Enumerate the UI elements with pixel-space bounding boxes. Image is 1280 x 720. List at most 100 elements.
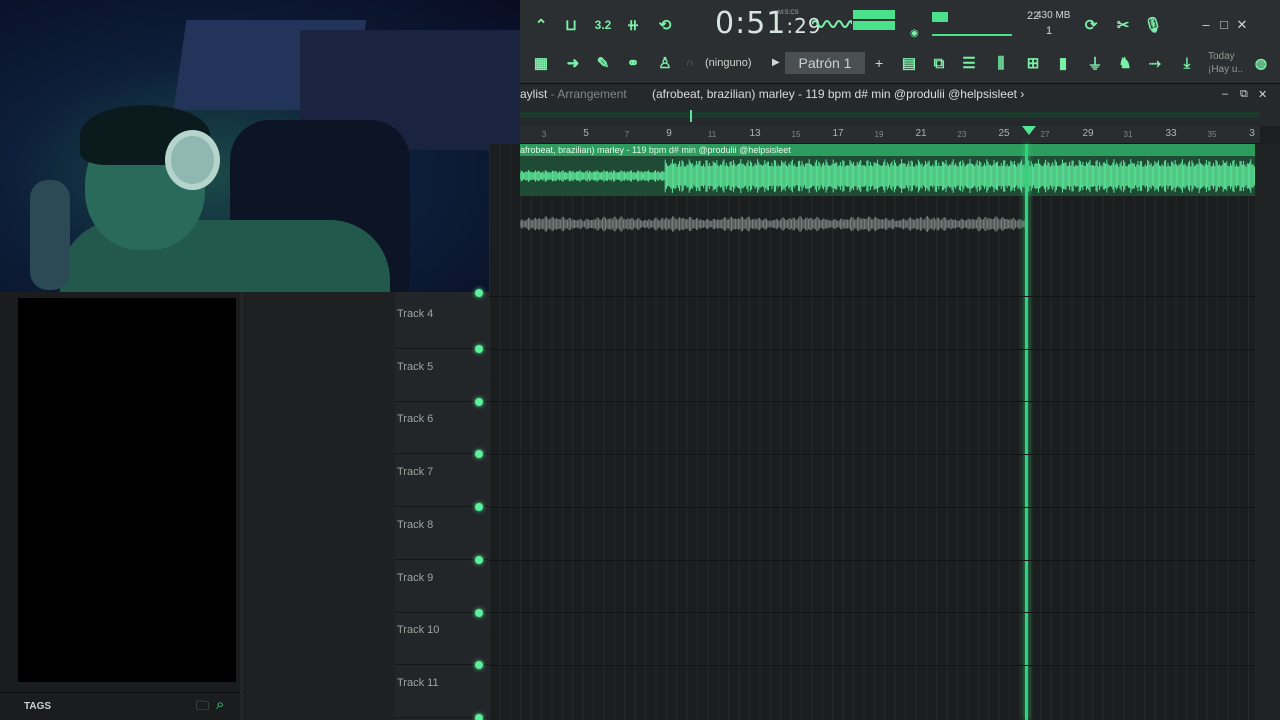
playlist-tracks-area[interactable]: afrobeat, brazilian) marley - 119 bpm d#… — [489, 144, 1255, 720]
fl-studio-window: ⌃ ⊔ 3.2 ⧺ ⟲ 0:51:29 M:S:CS ◉ 22 430 MB 1… — [0, 0, 1280, 720]
track-header[interactable]: Track 9 — [395, 560, 489, 617]
news-panel[interactable]: Today ¡Hay u.. — [1208, 50, 1243, 76]
snap-selector[interactable]: (ninguno) — [705, 57, 751, 69]
microphone-icon — [30, 180, 70, 290]
track-name: Track 4 — [397, 308, 434, 320]
ruler-bar-number: 3 — [541, 130, 547, 139]
folder-icon[interactable]: 🗀 — [196, 697, 209, 719]
track-name: Track 8 — [397, 518, 434, 531]
time-main: 0:51 — [715, 6, 787, 41]
ruler-bar-number: 35 — [1207, 130, 1217, 139]
step-edit-icon[interactable]: ⧺ — [620, 12, 646, 38]
magnet-icon[interactable]: ∩ — [686, 57, 694, 69]
globe-icon[interactable]: ◍ — [1248, 50, 1274, 76]
playlist-icon[interactable]: ▤ — [896, 50, 922, 76]
memory-usage: 430 MB — [1036, 10, 1071, 21]
track-mute-led[interactable] — [475, 289, 483, 297]
track-row-divider — [489, 664, 1255, 666]
typing-keyboard-icon[interactable]: ▦ — [528, 50, 554, 76]
pattern-selector[interactable]: Patrón 1 — [785, 52, 865, 74]
playhead-marker-icon[interactable] — [1022, 126, 1036, 135]
oscilloscope-icon — [812, 20, 852, 28]
track-header[interactable]: Track 4 — [395, 296, 489, 353]
playlist-mode[interactable]: Arrangement — [557, 87, 626, 101]
plugin-icon[interactable]: ⏚ — [1082, 50, 1108, 76]
project-icon[interactable]: ▮ — [1050, 50, 1076, 76]
playlist-header: aylist - Arrangement (afrobeat, brazilia… — [520, 84, 1280, 126]
ruler-bar-number: 25 — [998, 128, 1010, 139]
track-mute-led[interactable] — [475, 713, 483, 720]
ruler-bar-number: 15 — [791, 130, 801, 139]
slide-tool-icon[interactable]: ✎ — [590, 50, 616, 76]
add-pattern-button[interactable]: + — [875, 55, 883, 71]
time-format-label: M:S:CS — [778, 10, 799, 16]
record-mic-icon[interactable]: 🎙 — [1140, 12, 1166, 38]
minimize-button[interactable]: – — [1198, 17, 1214, 33]
output-meter-bottom — [853, 21, 895, 30]
track-header[interactable]: Track 11 — [395, 665, 489, 720]
metronome-icon[interactable]: ⌃ — [528, 12, 554, 38]
track-row-divider — [489, 559, 1255, 561]
cut-tool-icon[interactable]: ✂ — [1110, 12, 1136, 38]
vocal-waveform[interactable] — [520, 206, 1026, 242]
playlist-close-button[interactable]: ✕ — [1258, 88, 1267, 101]
headphones-icon — [165, 130, 220, 190]
playlist-vertical-scrollbar[interactable] — [1255, 144, 1280, 720]
track-header[interactable]: Track 8 — [395, 507, 489, 564]
download-icon[interactable]: ⤓ — [1174, 50, 1200, 76]
loop-record-icon[interactable]: ⟲ — [652, 12, 678, 38]
webcam-overlay — [0, 0, 520, 292]
playhead-line[interactable] — [1025, 144, 1028, 720]
playlist-horizontal-scrollbar[interactable] — [520, 112, 1260, 118]
playlist-title: aylist - Arrangement — [520, 87, 627, 101]
playlist-minimize-button[interactable]: – — [1222, 88, 1228, 100]
title-separator: - — [547, 87, 558, 101]
track-header[interactable]: Track 10 — [395, 612, 489, 670]
search-icon[interactable]: ⌕ — [216, 696, 224, 713]
browser-content[interactable] — [18, 298, 236, 682]
link-icon[interactable]: ⚭ — [620, 50, 646, 76]
ruler-bar-number: 21 — [915, 128, 927, 139]
track-row-divider — [489, 401, 1255, 403]
track-header[interactable]: Track 7 — [395, 454, 489, 512]
browser-icon[interactable]: ⊞ — [1020, 50, 1046, 76]
browser-divider[interactable] — [240, 292, 244, 720]
ruler-bar-number: 19 — [874, 130, 884, 139]
track-header[interactable]: Track 5 — [395, 349, 489, 406]
playlist-pattern-name[interactable]: (afrobeat, brazilian) marley - 119 bpm d… — [652, 87, 1024, 101]
countdown-icon[interactable]: 3.2 — [590, 12, 616, 38]
close-button[interactable]: ✕ — [1234, 17, 1250, 33]
output-meter-top — [853, 10, 895, 19]
track-name: Track 7 — [397, 466, 434, 479]
track-row-divider — [489, 348, 1255, 350]
channel-rack-icon[interactable]: ☰ — [956, 50, 982, 76]
audio-clip-header[interactable]: afrobeat, brazilian) marley - 119 bpm d#… — [520, 144, 1255, 156]
playlist-restore-button[interactable]: ⧉ — [1240, 88, 1248, 101]
ruler-bar-number: 31 — [1123, 130, 1133, 139]
undo-history-icon[interactable]: ⟳ — [1078, 12, 1104, 38]
maximize-button[interactable]: □ — [1216, 17, 1232, 33]
pattern-play-icon[interactable]: ▶ — [772, 57, 780, 68]
ruler-bar-number: 9 — [666, 128, 672, 139]
scrollbar-thumb[interactable] — [690, 110, 692, 122]
track-name: Track 6 — [397, 413, 434, 426]
render-icon[interactable]: ⤑ — [1142, 50, 1168, 76]
audio-clip[interactable]: afrobeat, brazilian) marley - 119 bpm d#… — [520, 144, 1255, 196]
stamp-icon[interactable]: ♙ — [652, 50, 678, 76]
wait-for-input-icon[interactable]: ⊔ — [558, 12, 584, 38]
track-row-divider — [489, 612, 1255, 614]
tags-label[interactable]: TAGS — [24, 701, 51, 712]
waveform-path — [520, 159, 1255, 193]
tutorial-icon[interactable]: ♞ — [1112, 50, 1138, 76]
piano-roll-icon[interactable]: ⧉ — [926, 50, 952, 76]
mixer-icon[interactable]: ⫼ — [988, 50, 1014, 76]
monitor-icon: ◉ — [910, 28, 919, 39]
song-time-display[interactable]: 0:51:29 — [715, 6, 822, 41]
cpu-graph — [932, 34, 1012, 36]
track-row-divider — [489, 506, 1255, 508]
ruler-bar-number: 17 — [832, 128, 844, 139]
track-header[interactable]: Track 6 — [395, 401, 489, 459]
timeline-ruler[interactable]: 3 5 7 9 11 13 15 17 19 21 23 25 27 29 31 33 35 3 — [520, 126, 1260, 144]
today-line1: Today — [1208, 51, 1235, 62]
next-arrow-icon[interactable]: ➜ — [560, 50, 586, 76]
